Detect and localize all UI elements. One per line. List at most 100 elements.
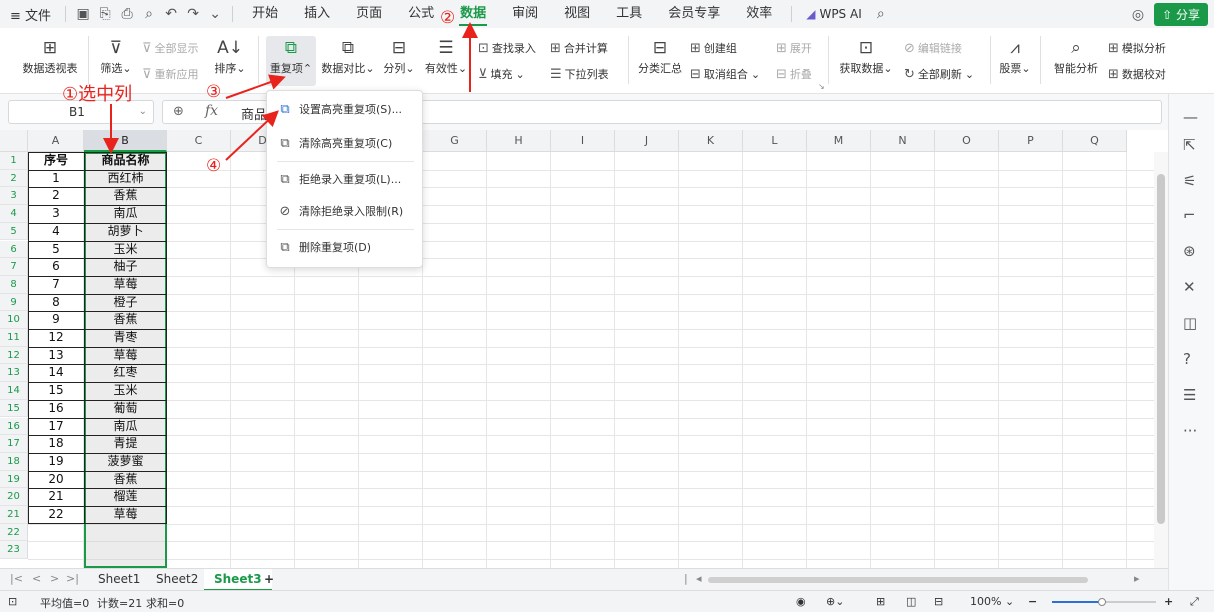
- row-header-13[interactable]: 13: [0, 364, 28, 383]
- row-header-20[interactable]: 20: [0, 488, 28, 506]
- tab-review[interactable]: 审阅: [499, 0, 551, 28]
- row-header-7[interactable]: 7: [0, 258, 28, 276]
- column-header-m[interactable]: M: [807, 130, 871, 152]
- save-icon[interactable]: ▣: [72, 6, 94, 22]
- column-header-o[interactable]: O: [935, 130, 999, 152]
- pivot-table-button[interactable]: ⊞ 数据透视表: [20, 36, 80, 76]
- more-icon[interactable]: ···: [1183, 422, 1197, 440]
- duplicates-button[interactable]: ⧉ 重复项⌃: [266, 36, 316, 86]
- next-sheet-icon[interactable]: >: [50, 572, 59, 585]
- show-all-button[interactable]: ⊽ 全部显示: [142, 40, 199, 56]
- ribbon-expand-icon[interactable]: ↘: [818, 82, 825, 91]
- export-icon[interactable]: ⎘: [94, 6, 116, 22]
- page-layout-icon[interactable]: ◫: [906, 595, 916, 608]
- scroll-thumb[interactable]: [1157, 174, 1165, 524]
- expand-button[interactable]: ⊞ 展开: [776, 40, 812, 56]
- row-header-17[interactable]: 17: [0, 435, 28, 453]
- column-header-b[interactable]: B: [84, 130, 167, 152]
- column-header-k[interactable]: K: [679, 130, 743, 152]
- row-header-11[interactable]: 11: [0, 329, 28, 347]
- row-header-3[interactable]: 3: [0, 187, 28, 206]
- data-compare-button[interactable]: ⧉ 数据对比⌄: [320, 36, 376, 76]
- row-header-18[interactable]: 18: [0, 452, 28, 471]
- filter-button[interactable]: ⊽ 筛选⌄: [98, 36, 134, 76]
- smart-analysis-button[interactable]: ⌕ 智能分析: [1052, 36, 1100, 76]
- subtotal-button[interactable]: ⊟ 分类汇总: [636, 36, 684, 76]
- select-all-corner[interactable]: [0, 130, 28, 152]
- style-icon[interactable]: ⊛: [1183, 242, 1196, 260]
- search-icon[interactable]: ⌕: [870, 6, 892, 22]
- refresh-all-button[interactable]: ↻ 全部刷新 ⌄: [904, 66, 974, 82]
- row-header-9[interactable]: 9: [0, 293, 28, 312]
- column-header-a[interactable]: A: [28, 130, 84, 152]
- chevron-down-icon[interactable]: ⌄: [204, 6, 226, 22]
- sort-button[interactable]: A↓ 排序⌄: [212, 36, 248, 76]
- row-header-4[interactable]: 4: [0, 205, 28, 223]
- tools-icon[interactable]: ✕: [1183, 278, 1196, 296]
- get-data-button[interactable]: ⊡ 获取数据⌄: [838, 36, 894, 76]
- file-menu[interactable]: ≡ 文件: [0, 5, 59, 24]
- wps-ai-button[interactable]: ◢ WPS AI: [798, 7, 870, 21]
- row-header-22[interactable]: 22: [0, 523, 28, 542]
- document-icon[interactable]: ☰: [1183, 386, 1196, 404]
- first-sheet-icon[interactable]: |<: [10, 572, 23, 585]
- fill-button[interactable]: ⊻ 填充 ⌄: [478, 66, 525, 82]
- menu-item-delete-duplicates[interactable]: ⧉ 删除重复项(D): [277, 239, 371, 255]
- help-icon[interactable]: ?: [1183, 350, 1191, 368]
- row-header-6[interactable]: 6: [0, 240, 28, 259]
- column-header-q[interactable]: Q: [1063, 130, 1127, 152]
- menu-item-reject-duplicates[interactable]: ⧉ 拒绝录入重复项(L)...: [277, 171, 401, 187]
- fx-icon[interactable]: fx: [205, 103, 218, 119]
- zoom-slider-thumb[interactable]: [1098, 598, 1106, 606]
- split-column-button[interactable]: ⊟ 分列⌄: [380, 36, 418, 76]
- tab-view[interactable]: 视图: [551, 0, 603, 28]
- zoom-level[interactable]: 100% ⌄: [970, 595, 1014, 608]
- collapse-button[interactable]: ⊟ 折叠: [776, 66, 812, 82]
- add-sheet-button[interactable]: +: [264, 572, 274, 586]
- tab-home[interactable]: 开始: [239, 0, 291, 28]
- menu-item-highlight-duplicates[interactable]: ⧉ 设置高亮重复项(S)...: [277, 101, 402, 117]
- comment-icon[interactable]: ◎: [1132, 7, 1144, 23]
- tab-tools[interactable]: 工具: [603, 0, 655, 28]
- spreadsheet-grid[interactable]: ABCDEFGHIJKLMNOPQ 1234567891011121314151…: [0, 130, 1168, 568]
- properties-icon[interactable]: ⚟: [1183, 172, 1196, 190]
- sheet-tab-1[interactable]: Sheet1: [98, 572, 140, 586]
- format-icon[interactable]: ⌐: [1183, 206, 1196, 224]
- cursor-select-icon[interactable]: ⇱: [1183, 136, 1196, 154]
- row-header-23[interactable]: 23: [0, 541, 28, 560]
- chevron-down-icon[interactable]: ⌄: [139, 101, 147, 123]
- dropdown-list-button[interactable]: ☰ 下拉列表: [550, 66, 609, 82]
- fullscreen-icon[interactable]: ⤢: [1190, 595, 1199, 609]
- menu-item-clear-restriction[interactable]: ⊘ 清除拒绝录入限制(R): [277, 203, 404, 219]
- find-entry-button[interactable]: ⊡ 查找录入: [478, 40, 536, 56]
- row-header-14[interactable]: 14: [0, 382, 28, 400]
- tab-page[interactable]: 页面: [343, 0, 395, 28]
- row-header-21[interactable]: 21: [0, 506, 28, 524]
- row-header-8[interactable]: 8: [0, 275, 28, 294]
- simulation-button[interactable]: ⊞ 模拟分析: [1108, 40, 1166, 56]
- menu-item-clear-highlight[interactable]: ⧉ 清除高亮重复项(C): [277, 135, 392, 151]
- column-header-c[interactable]: C: [167, 130, 231, 152]
- zoom-out-button[interactable]: −: [1028, 595, 1037, 608]
- normal-view-icon[interactable]: ⊞: [876, 595, 885, 608]
- column-header-n[interactable]: N: [871, 130, 935, 152]
- sheet-tab-2[interactable]: Sheet2: [156, 572, 198, 586]
- eye-protection-icon[interactable]: ◉: [796, 595, 806, 608]
- tab-member[interactable]: 会员专享: [655, 0, 733, 28]
- row-header-16[interactable]: 16: [0, 417, 28, 436]
- redo-icon[interactable]: ↷: [182, 6, 204, 22]
- edit-links-button[interactable]: ⊘ 编辑链接: [904, 40, 962, 56]
- row-header-15[interactable]: 15: [0, 399, 28, 418]
- zoom-in-button[interactable]: +: [1164, 595, 1173, 608]
- column-header-j[interactable]: J: [615, 130, 679, 152]
- stocks-button[interactable]: ⩘ 股票⌄: [998, 36, 1032, 76]
- tab-efficiency[interactable]: 效率: [733, 0, 785, 28]
- macro-icon[interactable]: ⊡: [8, 595, 17, 608]
- sheet-tab-3[interactable]: Sheet3: [204, 569, 272, 591]
- preview-icon[interactable]: ⌕: [138, 6, 160, 22]
- row-header-5[interactable]: 5: [0, 222, 28, 241]
- print-icon[interactable]: ⎙: [116, 6, 138, 22]
- row-header-19[interactable]: 19: [0, 470, 28, 489]
- row-header-10[interactable]: 10: [0, 311, 28, 329]
- hscroll-left-arrow-icon[interactable]: ◂: [696, 572, 702, 585]
